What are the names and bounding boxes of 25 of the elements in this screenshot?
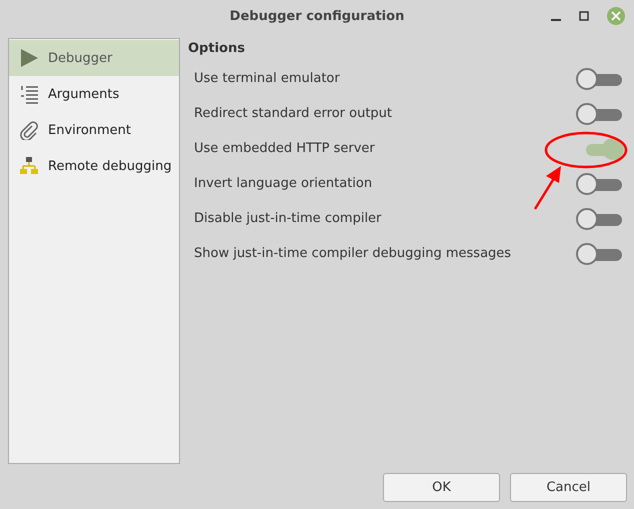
sidebar-item[interactable]: Environment	[9, 112, 179, 148]
option-label: Show just-in-time compiler debugging messages	[194, 246, 512, 261]
toggle-switch[interactable]	[576, 208, 622, 230]
play-icon	[19, 48, 39, 68]
toggle-switch[interactable]	[576, 102, 622, 124]
close-icon[interactable]	[606, 6, 626, 26]
toggle-switch[interactable]	[576, 68, 622, 90]
option-label: Disable just-in-time compiler	[194, 211, 382, 226]
option-label: Redirect standard error output	[194, 106, 392, 121]
cancel-button[interactable]: Cancel	[510, 473, 627, 502]
window-title: Debugger configuration	[230, 8, 404, 24]
toggle-switch[interactable]	[576, 172, 622, 194]
option-label: Use embedded HTTP server	[194, 141, 375, 156]
paperclip-icon	[19, 120, 39, 140]
sidebar-item[interactable]: Arguments	[9, 76, 179, 112]
sidebar-item[interactable]: Debugger	[9, 40, 179, 76]
section-title: Options	[188, 41, 246, 58]
option-label: Use terminal emulator	[194, 71, 340, 86]
option-label: Invert language orientation	[194, 176, 372, 191]
numbered-list-icon	[19, 84, 39, 104]
sidebar-item[interactable]: Remote debugging	[9, 148, 179, 184]
toggle-switch[interactable]	[576, 242, 622, 264]
network-icon	[19, 156, 39, 176]
maximize-icon[interactable]	[578, 10, 590, 22]
ok-button[interactable]: OK	[383, 473, 500, 502]
